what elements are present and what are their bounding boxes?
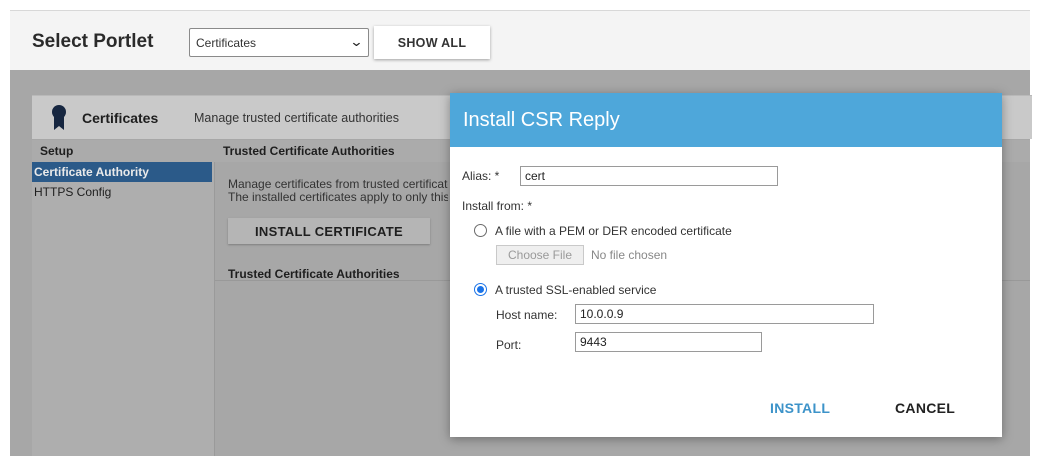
no-file-text: No file chosen xyxy=(591,248,668,262)
radio-file-option[interactable] xyxy=(474,224,487,237)
top-bar: Select Portlet Certificates ⌄ SHOW ALL xyxy=(10,10,1030,70)
chevron-down-icon: ⌄ xyxy=(349,34,364,49)
install-certificate-button[interactable]: INSTALL CERTIFICATE xyxy=(228,218,430,244)
portlet-select-value: Certificates xyxy=(196,36,257,50)
content-description: Manage certificates from trusted certifi… xyxy=(228,178,448,204)
sidebar-item-certificate-authority[interactable]: Certificate Authority xyxy=(32,162,212,182)
install-button[interactable]: INSTALL xyxy=(770,400,830,416)
content-line-2: The installed certificates apply to only… xyxy=(228,190,448,204)
host-name-input[interactable] xyxy=(575,304,874,324)
portlet-select[interactable]: Certificates ⌄ xyxy=(189,28,369,57)
setup-sidebar: Certificate Authority HTTPS Config xyxy=(32,162,215,456)
cancel-button[interactable]: CANCEL xyxy=(895,400,955,416)
show-all-button[interactable]: SHOW ALL xyxy=(374,26,490,59)
dialog-title: Install CSR Reply xyxy=(450,93,1002,147)
panel-title: Certificates xyxy=(82,110,159,126)
sidebar-item-https-config[interactable]: HTTPS Config xyxy=(32,182,214,202)
radio-service-option[interactable] xyxy=(474,283,487,296)
alias-label: Alias: * xyxy=(462,169,500,183)
trusted-ca-subheader: Trusted Certificate Authorities xyxy=(228,267,400,281)
panel-description: Manage trusted certificate authorities xyxy=(194,111,399,125)
port-label: Port: xyxy=(496,338,522,352)
port-input[interactable] xyxy=(575,332,762,352)
choose-file-button[interactable]: Choose File xyxy=(496,245,584,265)
select-portlet-title: Select Portlet xyxy=(32,31,154,52)
ribbon-badge-icon xyxy=(52,105,66,130)
host-name-label: Host name: xyxy=(496,308,558,322)
alias-input[interactable] xyxy=(520,166,778,186)
install-csr-reply-dialog: Install CSR Reply Alias: * Install from:… xyxy=(450,93,1002,437)
file-option-label: A file with a PEM or DER encoded certifi… xyxy=(495,224,732,238)
setup-column-header: Setup xyxy=(32,140,215,162)
service-option-label: A trusted SSL-enabled service xyxy=(495,283,657,297)
install-from-label: Install from: * xyxy=(462,199,533,213)
